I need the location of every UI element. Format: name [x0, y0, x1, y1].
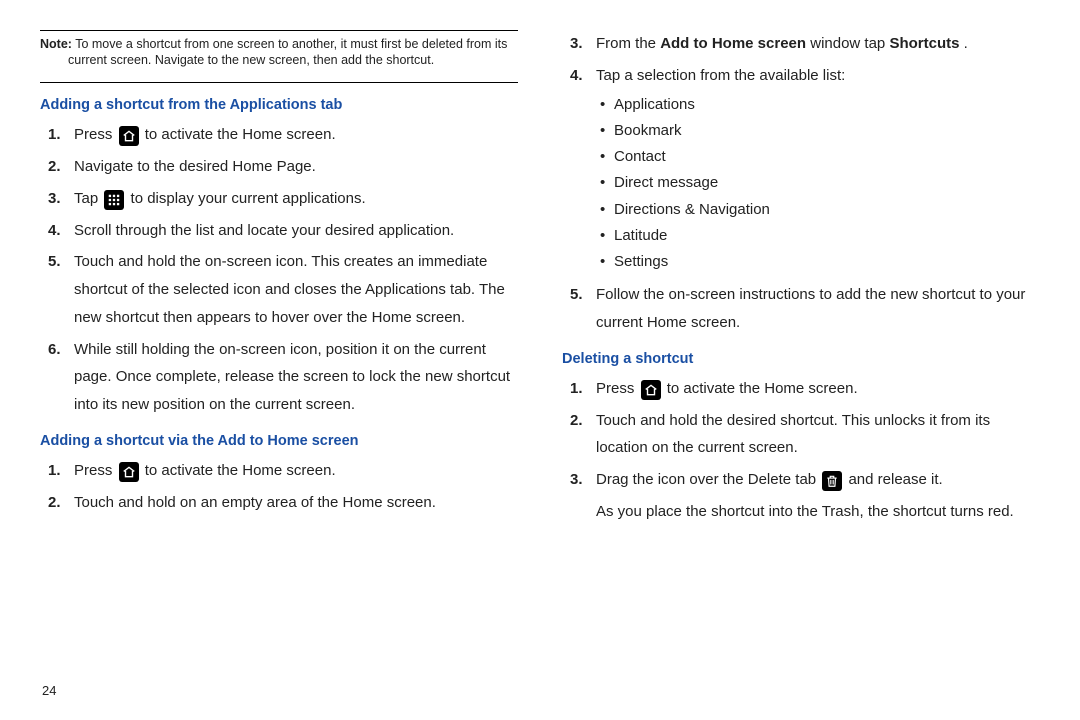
opt-bookmark: Bookmark [614, 118, 1040, 144]
opt-applications: Applications [614, 92, 1040, 118]
top-rule [40, 30, 518, 31]
steps-delete: Press to activate the Home screen. Touch… [562, 375, 1040, 526]
step-a1: Press to activate the Home screen. [74, 121, 518, 149]
left-column: Note: To move a shortcut from one screen… [40, 30, 540, 710]
step-a2: Navigate to the desired Home Page. [74, 153, 518, 181]
home-icon [641, 380, 661, 400]
heading-delete: Deleting a shortcut [562, 351, 1040, 367]
home-icon [119, 126, 139, 146]
note-block: Note: To move a shortcut from one screen… [40, 37, 518, 74]
home-icon [119, 462, 139, 482]
step-a4: Scroll through the list and locate your … [74, 217, 518, 245]
apps-grid-icon [104, 190, 124, 210]
step-a5: Touch and hold the on-screen icon. This … [74, 248, 518, 331]
step-a6: While still holding the on-screen icon, … [74, 336, 518, 419]
note-label: Note: [40, 37, 72, 51]
opt-contact: Contact [614, 144, 1040, 170]
step-a3: Tap to display your current applications… [74, 185, 518, 213]
steps-add-home-left: Press to activate the Home screen. Touch… [40, 457, 518, 517]
step-b2: Touch and hold on an empty area of the H… [74, 489, 518, 517]
bottom-rule [40, 82, 518, 83]
manual-page: Note: To move a shortcut from one screen… [0, 0, 1080, 720]
step-b4: Tap a selection from the available list:… [596, 62, 1040, 276]
opt-directions: Directions & Navigation [614, 197, 1040, 223]
opt-latitude: Latitude [614, 223, 1040, 249]
steps-add-home-right: From the Add to Home screen window tap S… [562, 30, 1040, 337]
opt-direct-msg: Direct message [614, 170, 1040, 196]
page-number: 24 [42, 683, 56, 698]
step-c3-tail: As you place the shortcut into the Trash… [596, 498, 1040, 526]
right-column: From the Add to Home screen window tap S… [540, 30, 1040, 710]
steps-apps-tab: Press to activate the Home screen. Navig… [40, 121, 518, 419]
shortcut-options: Applications Bookmark Contact Direct mes… [596, 92, 1040, 276]
step-b1: Press to activate the Home screen. [74, 457, 518, 485]
heading-add-home: Adding a shortcut via the Add to Home sc… [40, 433, 518, 449]
note-text: To move a shortcut from one screen to an… [68, 37, 507, 67]
step-b3: From the Add to Home screen window tap S… [596, 30, 1040, 58]
heading-apps-tab: Adding a shortcut from the Applications … [40, 97, 518, 113]
step-b5: Follow the on-screen instructions to add… [596, 281, 1040, 337]
step-c3: Drag the icon over the Delete tab and re… [596, 466, 1040, 526]
step-c2: Touch and hold the desired shortcut. Thi… [596, 407, 1040, 463]
trash-icon [822, 471, 842, 491]
opt-settings: Settings [614, 249, 1040, 275]
step-c1: Press to activate the Home screen. [596, 375, 1040, 403]
